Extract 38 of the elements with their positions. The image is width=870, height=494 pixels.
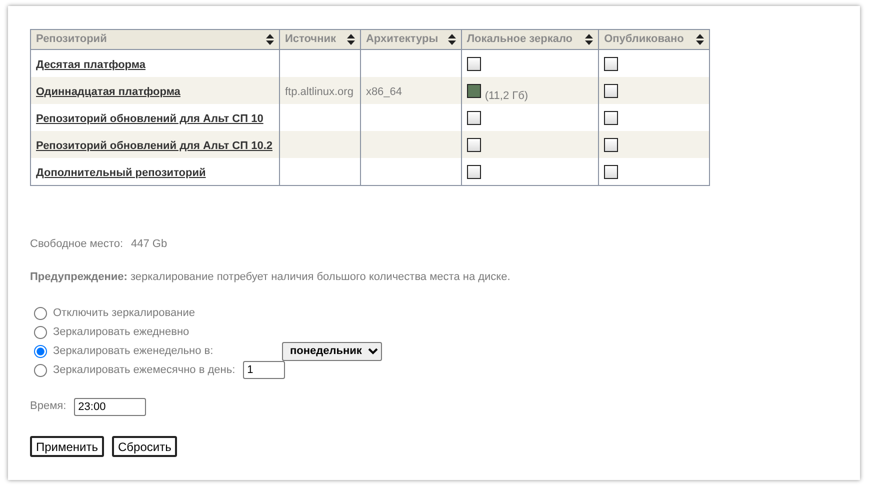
- sort-icon[interactable]: [266, 34, 274, 45]
- source-text: ftp.altlinux.org: [284, 86, 354, 98]
- repository-link[interactable]: Репозиторий обновлений для Альт СП 10: [36, 113, 264, 125]
- time-label: Время:: [30, 399, 66, 414]
- free-space-value: 447 Gb: [131, 236, 168, 252]
- sort-icon[interactable]: [448, 34, 456, 45]
- apply-button[interactable]: Применить: [30, 436, 104, 456]
- option-label: Отключить зеркалирование: [53, 306, 195, 321]
- repository-link[interactable]: Десятая платформа: [36, 59, 146, 71]
- mirror-size: (11,2 Гб): [484, 88, 528, 104]
- radio-button[interactable]: [34, 344, 47, 358]
- radio-button[interactable]: [34, 364, 47, 376]
- published-checkbox[interactable]: [604, 138, 618, 152]
- mirror-checkbox[interactable]: [466, 138, 481, 152]
- sort-icon[interactable]: [346, 34, 355, 45]
- published-checkbox[interactable]: [604, 111, 618, 125]
- warning-text: Предупреждение: зеркалирование потребует наличия большого количества места на диске.: [30, 270, 512, 285]
- mirror-checkbox[interactable]: [466, 165, 481, 179]
- reset-button[interactable]: Сбросить: [112, 436, 178, 456]
- mirror-checkbox[interactable]: [466, 57, 481, 71]
- mirror-checkbox[interactable]: [466, 111, 481, 125]
- radio-button[interactable]: [34, 306, 47, 320]
- option-label: Зеркалировать ежедневно: [53, 324, 190, 340]
- option-label: Зеркалировать еженедельно в:: [53, 344, 214, 359]
- sort-icon[interactable]: [696, 34, 704, 45]
- mirror-checkbox[interactable]: [466, 84, 481, 98]
- weekday-select[interactable]: понедельник: [282, 342, 382, 360]
- radio-button[interactable]: [34, 326, 47, 338]
- free-space-label: Свободное место:: [30, 236, 124, 252]
- published-checkbox[interactable]: [604, 57, 618, 71]
- repository-link[interactable]: Дополнительный репозиторий: [36, 167, 206, 179]
- published-checkbox[interactable]: [604, 84, 618, 98]
- day-field[interactable]: 1: [243, 361, 286, 379]
- sort-icon[interactable]: [585, 34, 594, 45]
- time-field[interactable]: 23:00: [74, 398, 146, 416]
- option-label: Зеркалировать ежемесячно в день:: [53, 362, 236, 378]
- published-checkbox[interactable]: [604, 165, 618, 179]
- architecture-text: x86_64: [366, 86, 402, 98]
